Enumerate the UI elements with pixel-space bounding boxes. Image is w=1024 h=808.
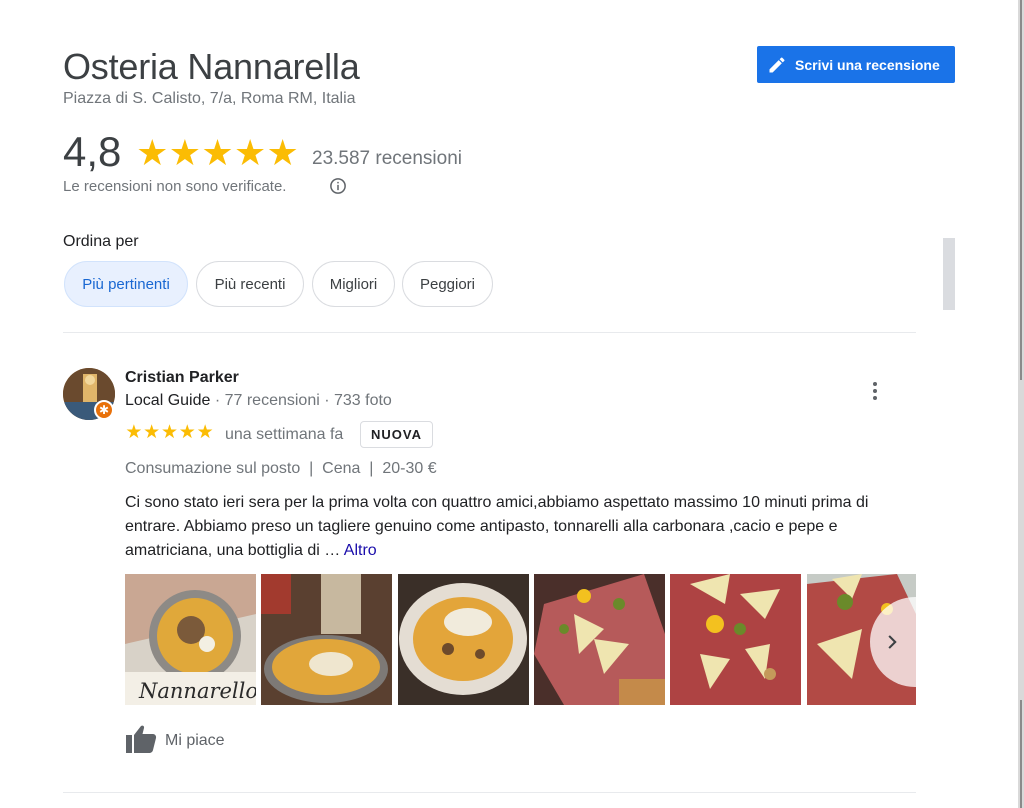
local-guide-badge-icon: ✱ [94, 400, 114, 420]
scrollbar-thumb[interactable] [943, 238, 955, 310]
review-photo[interactable] [670, 574, 801, 705]
review-photo[interactable]: Nannarello [125, 574, 256, 705]
star-icon: ★ [143, 422, 161, 443]
write-review-label: Scrivi una recensione [795, 56, 940, 73]
star-icon: ★ [168, 132, 202, 173]
sort-chip-recent[interactable]: Più recenti [196, 261, 304, 307]
sort-chip-best[interactable]: Migliori [312, 261, 395, 307]
review-text: Ci sono stato ieri sera per la prima vol… [125, 491, 915, 563]
reviewer-stats: · 77 recensioni · 733 foto [210, 392, 392, 409]
divider [63, 332, 916, 333]
review-attributes: Consumazione sul posto | Cena | 20-30 € [125, 460, 437, 477]
review-count: 23.587 recensioni [312, 148, 462, 169]
place-address: Piazza di S. Calisto, 7/a, Roma RM, Ital… [63, 90, 356, 107]
write-review-button[interactable]: Scrivi una recensione [757, 46, 955, 83]
edit-pencil-icon [769, 56, 785, 72]
place-title: Osteria Nannarella [63, 46, 360, 87]
more-vert-icon[interactable] [864, 378, 886, 404]
unverified-note: Le recensioni non sono verificate. [63, 178, 287, 195]
local-guide-label: Local Guide [125, 392, 211, 409]
star-icon: ★ [136, 132, 169, 173]
review-photo[interactable] [261, 574, 392, 705]
window-edge [1018, 0, 1024, 808]
star-icon: ★ [233, 132, 267, 173]
reviewer-meta: Local Guide · 77 recensioni · 733 foto [125, 392, 392, 410]
star-icon: ★ [178, 422, 196, 443]
star-icon: ★ [196, 422, 214, 443]
more-link[interactable]: Altro [344, 542, 377, 559]
chevron-right-icon [888, 635, 897, 649]
star-icon: ★ [125, 422, 143, 443]
reviewer-name[interactable]: Cristian Parker [125, 369, 239, 387]
review-stars: ★ ★ ★ ★ ★ [125, 423, 214, 443]
sort-chip-worst[interactable]: Peggiori [402, 261, 493, 307]
star-icon: ★ [266, 132, 299, 173]
divider [63, 792, 916, 793]
review-body: Ci sono stato ieri sera per la prima vol… [125, 494, 869, 559]
star-icon: ★ [201, 132, 234, 173]
like-label[interactable]: Mi piace [165, 732, 225, 750]
new-badge: NUOVA [360, 421, 433, 448]
star-icon: ★ [160, 422, 179, 443]
photo-watermark: Nannarello [138, 679, 256, 703]
rating-stars: ★ ★ ★ ★ ★ [136, 134, 299, 172]
sort-chip-relevant[interactable]: Più pertinenti [64, 261, 188, 307]
thumb-up-icon[interactable] [125, 724, 157, 754]
info-icon[interactable] [329, 177, 347, 195]
review-photo[interactable] [398, 574, 529, 705]
review-photo[interactable] [534, 574, 665, 705]
rating-value: 4,8 [63, 128, 122, 175]
review-time: una settimana fa [225, 426, 344, 443]
sort-label: Ordina per [63, 233, 139, 250]
